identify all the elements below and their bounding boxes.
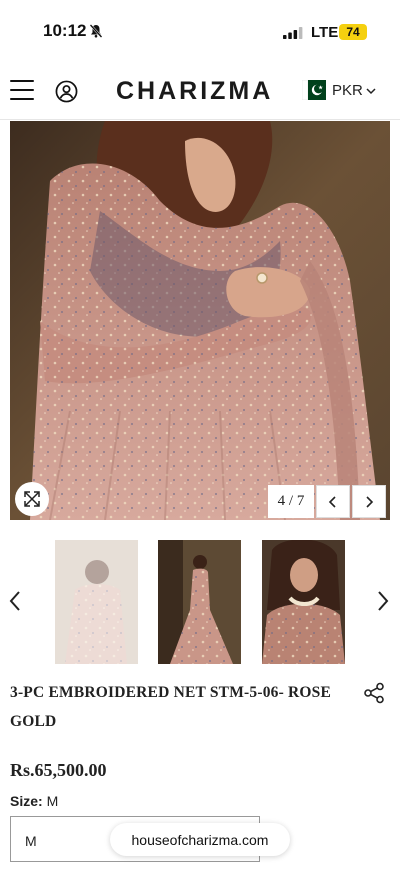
chevron-left-icon (328, 495, 336, 508)
hamburger-menu-icon[interactable] (10, 80, 34, 102)
product-price: Rs.65,500.00 (10, 760, 107, 780)
share-icon[interactable] (363, 682, 385, 704)
product-photo (10, 121, 390, 520)
chevron-right-icon (366, 495, 374, 508)
size-label-text: Size: (10, 793, 43, 809)
thumbnail-carousel (0, 540, 400, 664)
brand-logo[interactable]: CHARIZMA (116, 77, 273, 106)
product-main-image[interactable]: 4 / 7 (10, 121, 390, 520)
signal-icon (283, 27, 303, 39)
status-bar: 10:12 LTE 74 (0, 0, 400, 62)
size-value: M (46, 793, 59, 809)
currency-selector[interactable]: PKR (332, 82, 363, 99)
size-label: Size: M (10, 793, 58, 809)
zoom-button[interactable] (15, 482, 49, 516)
thumbnail-next-icon[interactable] (376, 590, 390, 612)
image-counter: 4 / 7 (268, 485, 314, 518)
bell-off-icon (89, 24, 103, 38)
previous-image-button[interactable] (316, 485, 350, 518)
network-type: LTE (311, 24, 339, 41)
pakistan-flag-icon[interactable] (302, 80, 326, 100)
battery-indicator: 74 (339, 24, 367, 40)
thumbnail-3[interactable] (262, 540, 345, 664)
thumbnail-1[interactable] (55, 540, 138, 664)
thumbnail-2[interactable] (158, 540, 241, 664)
thumbnail-prev-icon[interactable] (8, 590, 22, 612)
next-image-button[interactable] (352, 485, 386, 518)
site-header: CHARIZMA PKR (0, 64, 400, 120)
product-title: 3-PC EMBROIDERED NET STM-5-06- ROSE GOLD (10, 684, 332, 730)
expand-icon (24, 491, 40, 507)
account-icon[interactable] (55, 80, 78, 103)
status-time: 10:12 (43, 21, 87, 40)
chevron-down-icon[interactable] (366, 86, 376, 96)
browser-url-bar[interactable]: houseofcharizma.com (110, 823, 290, 856)
